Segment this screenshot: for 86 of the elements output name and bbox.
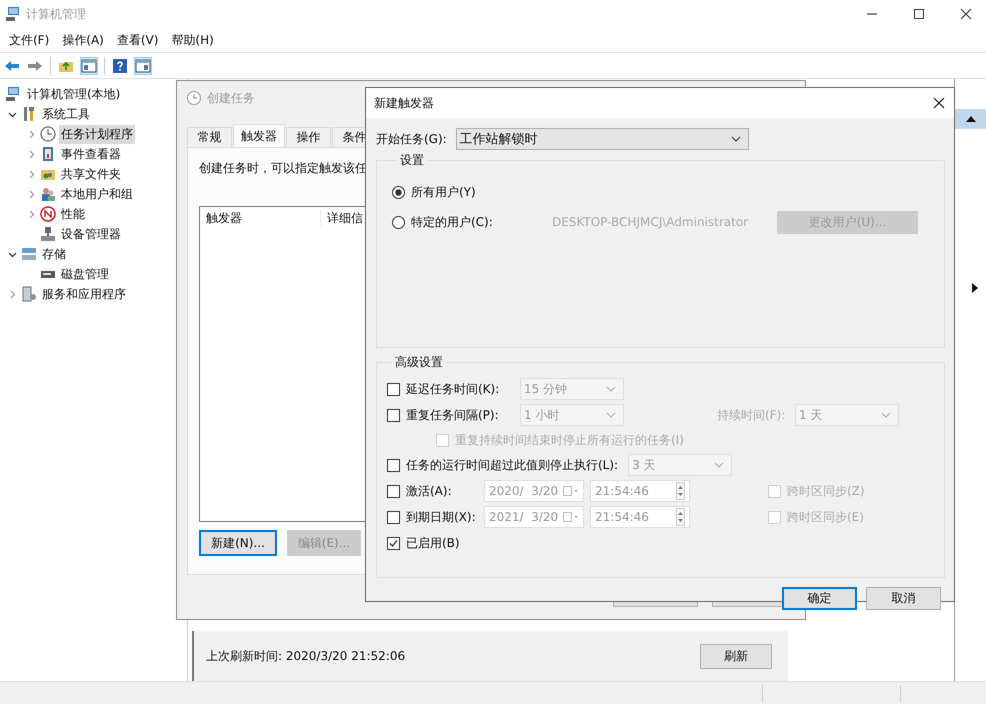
menu-item[interactable]: 查看(V) xyxy=(116,32,158,48)
column-header[interactable]: 详细信 xyxy=(321,210,363,226)
tree-item[interactable]: 任务计划程序 xyxy=(59,124,135,144)
tree-item[interactable]: 存储 xyxy=(40,244,68,264)
description-text: 创建任务时，可以指定触发该任 xyxy=(199,160,368,177)
option-label[interactable]: 任务的运行时间超过此值则停止执行(L): xyxy=(406,456,618,474)
chevron-down-icon xyxy=(714,462,724,468)
collapsed-caret-icon[interactable] xyxy=(26,210,36,218)
chevron-down-icon xyxy=(606,412,616,418)
collapsed-caret-icon[interactable] xyxy=(26,170,36,178)
window-title: 计算机管理 xyxy=(26,6,86,22)
tree-item[interactable]: 共享文件夹 xyxy=(59,164,123,184)
console-tree-icon[interactable] xyxy=(81,58,97,74)
collapsed-caret-icon[interactable] xyxy=(26,150,36,158)
submenu-arrow-icon[interactable] xyxy=(972,283,978,293)
users-icon xyxy=(40,186,56,202)
radio-button[interactable] xyxy=(392,186,405,198)
expanded-caret-icon[interactable] xyxy=(8,250,16,258)
checkbox[interactable] xyxy=(387,408,400,422)
tree-item[interactable]: 事件查看器 xyxy=(59,144,123,164)
option-label[interactable]: 激活(A): xyxy=(406,482,484,500)
menu-item[interactable]: 操作(A) xyxy=(62,32,104,48)
option-label[interactable]: 已启用(B) xyxy=(406,534,460,552)
action-pane-icon[interactable] xyxy=(135,58,151,74)
collapse-icon[interactable] xyxy=(966,116,976,122)
begin-task-dropdown[interactable]: 工作站解锁时 xyxy=(456,128,749,150)
chevron-down-icon xyxy=(730,136,741,142)
refresh-button[interactable]: 刷新 xyxy=(700,644,772,668)
user-name-text: DESKTOP-BCHJMCJ\Administrator xyxy=(552,215,750,229)
device-icon xyxy=(40,226,56,242)
duration-label: 持续时间(F): xyxy=(717,406,786,424)
collapsed-caret-icon[interactable] xyxy=(26,130,36,138)
tree-item[interactable]: 设备管理器 xyxy=(59,224,123,244)
radio-label[interactable]: 所有用户(Y) xyxy=(411,184,551,200)
option-label[interactable]: 到期日期(X): xyxy=(406,508,484,526)
help-icon[interactable] xyxy=(112,58,128,74)
close-icon[interactable] xyxy=(933,97,945,109)
computer-icon xyxy=(6,6,22,22)
tab[interactable]: 常规 xyxy=(187,127,232,147)
column-header[interactable]: 触发器 xyxy=(200,210,321,226)
perf-icon xyxy=(40,206,56,222)
checkbox[interactable] xyxy=(387,458,400,472)
list-action-button[interactable]: 新建(N)... xyxy=(199,530,277,556)
menu-item[interactable]: 文件(F) xyxy=(9,32,50,48)
event-icon xyxy=(40,146,56,162)
dialog-title: 创建任务 xyxy=(207,90,255,106)
collapsed-caret-icon[interactable] xyxy=(26,190,36,198)
clock-icon xyxy=(40,126,56,142)
tree-item[interactable]: 系统工具 xyxy=(40,104,92,124)
checkbox[interactable] xyxy=(387,382,400,396)
chevron-down-icon xyxy=(606,386,616,392)
group-title: 设置 xyxy=(399,152,425,169)
expanded-caret-icon[interactable] xyxy=(8,110,16,118)
tab[interactable]: 触发器 xyxy=(233,124,285,147)
actions-header[interactable] xyxy=(955,109,986,129)
tree-item[interactable]: 磁盘管理 xyxy=(59,264,111,284)
chevron-down-icon xyxy=(881,412,891,418)
checkbox[interactable] xyxy=(387,536,400,550)
begin-task-label: 开始任务(G): xyxy=(376,130,447,148)
tree-item[interactable]: 计算机管理(本地) xyxy=(25,84,122,104)
services-icon xyxy=(21,286,37,302)
dialog-button[interactable]: 取消 xyxy=(866,587,941,610)
tab[interactable]: 操作 xyxy=(286,127,331,147)
computer-icon xyxy=(6,86,22,102)
tree-item[interactable]: 服务和应用程序 xyxy=(40,284,128,304)
tools-icon xyxy=(21,106,37,122)
storage-icon xyxy=(21,246,37,262)
tree-item[interactable]: 本地用户和组 xyxy=(59,184,135,204)
group-title: 高级设置 xyxy=(394,354,444,371)
menu-item[interactable]: 帮助(H) xyxy=(171,32,214,48)
clock-icon xyxy=(186,90,202,106)
checkbox[interactable] xyxy=(387,510,400,524)
option-label[interactable]: 延迟任务时间(K): xyxy=(406,380,510,398)
last-refresh-text: 上次刷新时间: 2020/3/20 21:52:06 xyxy=(206,648,406,664)
dialog-button[interactable]: 确定 xyxy=(782,587,857,610)
close-icon[interactable] xyxy=(960,8,972,20)
option-label[interactable]: 重复任务间隔(P): xyxy=(406,406,510,424)
checkbox[interactable] xyxy=(387,484,400,498)
dialog-title: 新建触发器 xyxy=(374,94,434,112)
spinner-icon[interactable] xyxy=(676,482,685,500)
spinner-icon[interactable] xyxy=(676,508,685,526)
radio-label[interactable]: 特定的用户(C): xyxy=(411,214,551,230)
radio-button[interactable] xyxy=(392,216,405,228)
tree-item[interactable]: 性能 xyxy=(59,204,87,224)
maximize-icon[interactable] xyxy=(913,8,925,20)
collapsed-caret-icon[interactable] xyxy=(8,290,16,298)
